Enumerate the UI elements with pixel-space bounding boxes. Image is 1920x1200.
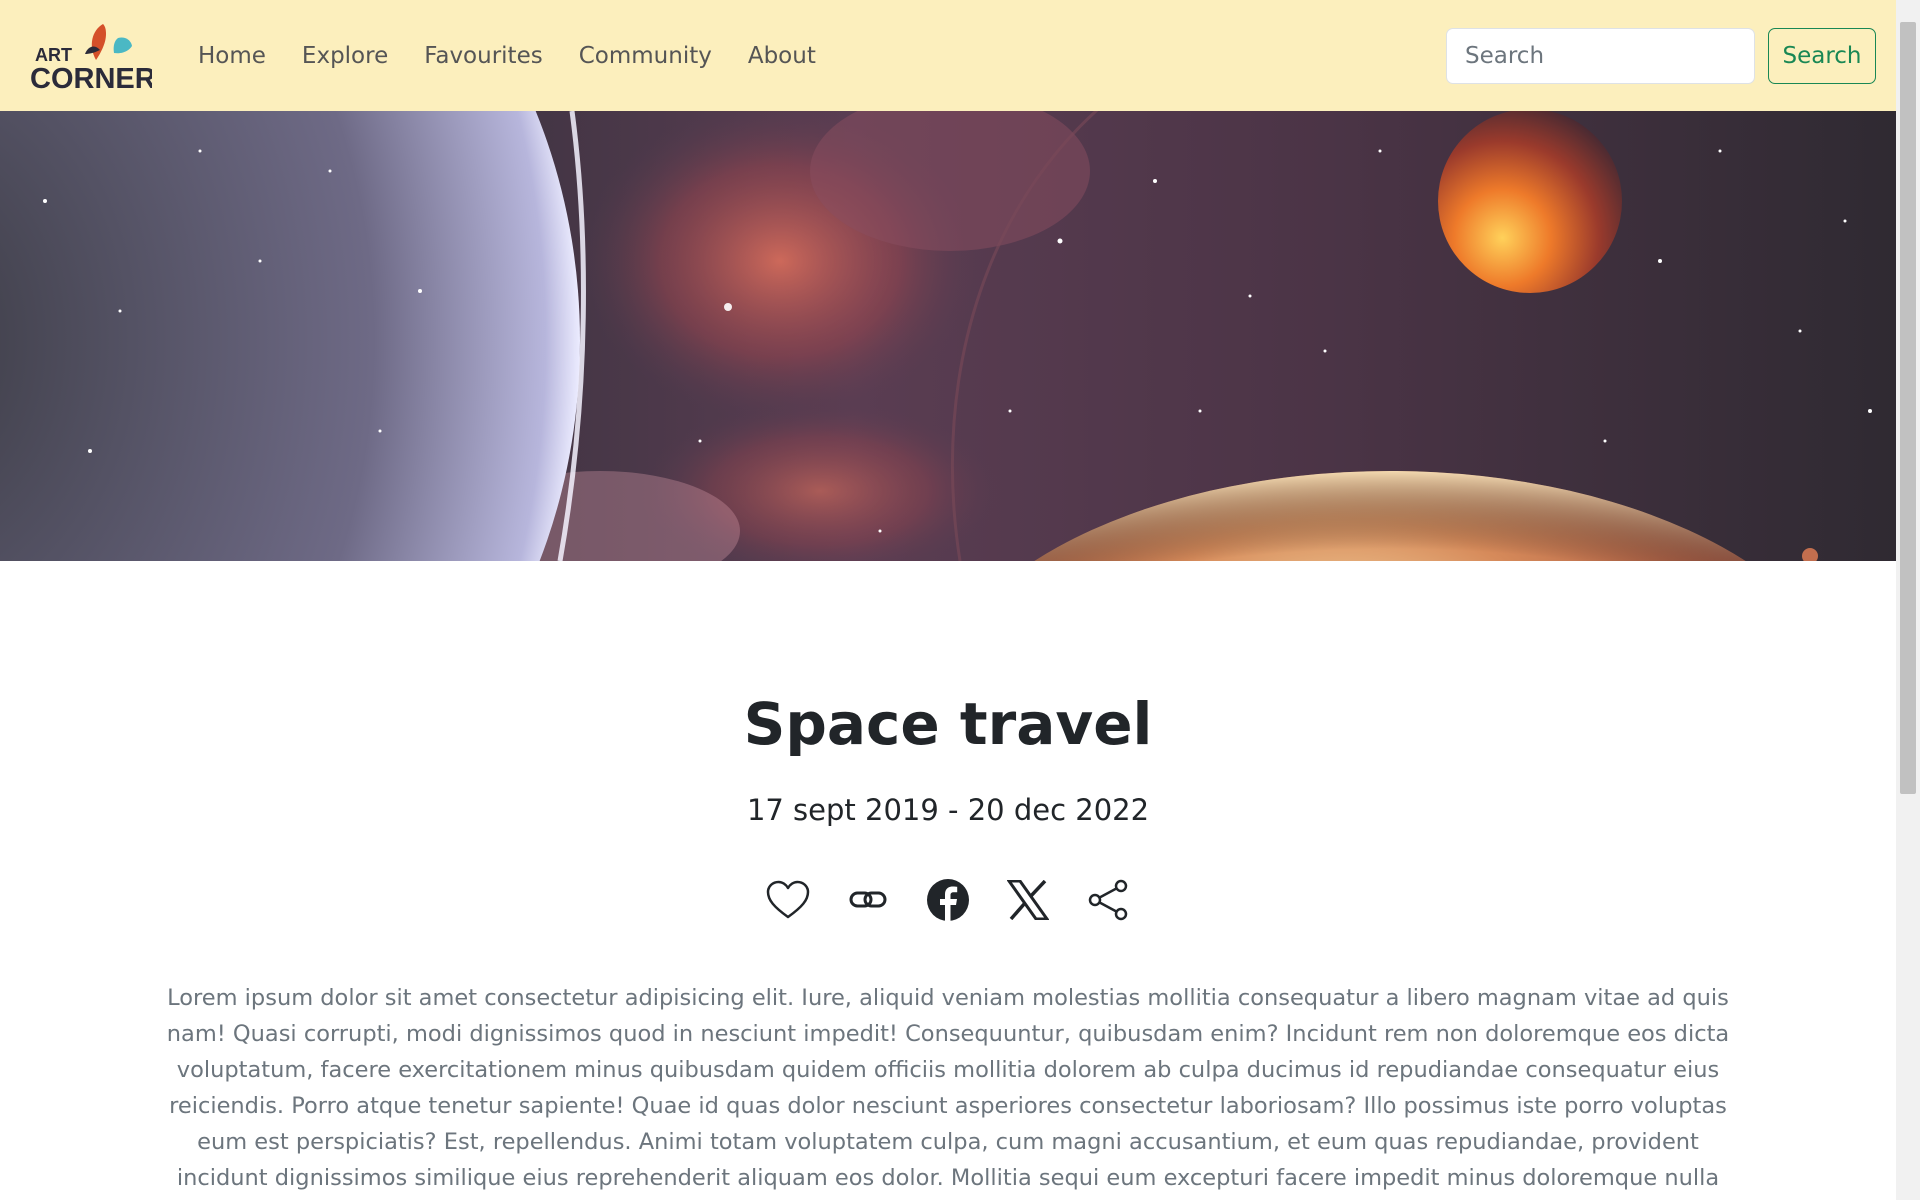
scrollbar-thumb[interactable] [1900,22,1916,794]
date-range: 17 sept 2019 - 20 dec 2022 [746,793,1150,827]
page-title: Space travel [743,690,1153,758]
logo-line2: CORNER [30,63,152,92]
hero-image [0,111,1896,561]
nav-link-favourites[interactable]: Favourites [424,43,542,69]
link-icon[interactable] [844,876,892,924]
share-icon[interactable] [1084,876,1132,924]
action-bar [0,876,1896,926]
nav-link-about[interactable]: About [748,43,816,69]
search-button[interactable]: Search [1768,28,1876,84]
navbar: ART CORNER Home Explore Favourites Commu… [0,0,1896,111]
nav-link-explore[interactable]: Explore [302,43,388,69]
search-input[interactable] [1446,28,1755,84]
scrollbar[interactable] [1896,0,1920,1200]
description-paragraph: Lorem ipsum dolor sit amet consectetur a… [166,985,1730,1191]
page: ART CORNER Home Explore Favourites Commu… [0,0,1896,1200]
logo-mark-icon: ART CORNER [30,24,152,92]
heart-icon[interactable] [764,876,812,924]
space-planets-illustration [0,111,1896,561]
logo-line1: ART [35,45,72,65]
facebook-icon[interactable] [924,876,972,924]
x-icon[interactable] [1004,876,1052,924]
art-corner-logo[interactable]: ART CORNER [30,20,152,92]
main-nav: Home Explore Favourites Community About [198,0,852,111]
nav-link-home[interactable]: Home [198,43,266,69]
nav-link-community[interactable]: Community [579,43,712,69]
